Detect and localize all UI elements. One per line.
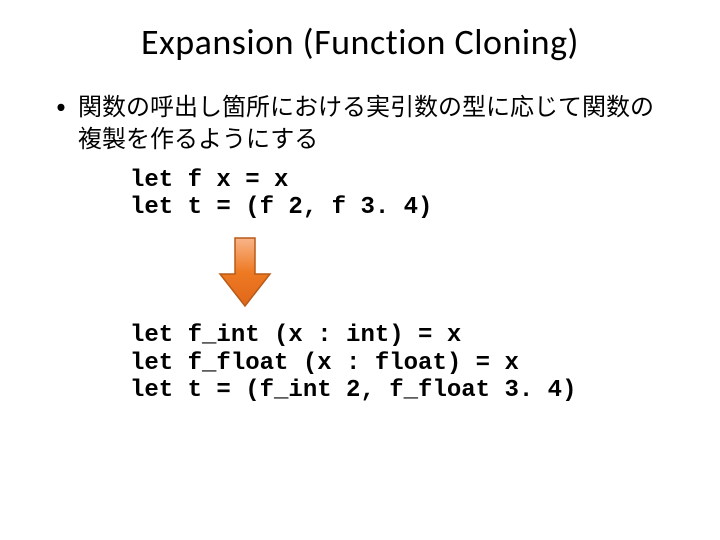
code-line: let f x = x xyxy=(130,167,288,194)
bullet-dot: • xyxy=(56,92,78,122)
code-line: let f_int (x : int) = x xyxy=(130,322,461,349)
code-after: let f_int (x : int) = x let f_float (x :… xyxy=(130,322,672,405)
code-line: let t = (f_int 2, f_float 3. 4) xyxy=(130,377,576,404)
bullet-list: • 関数の呼出し箇所における実引数の型に応じて関数の複製を作るようにする xyxy=(48,92,672,157)
slide-title: Expansion (Function Cloning) xyxy=(48,20,672,64)
code-before: let f x = x let t = (f 2, f 3. 4) xyxy=(130,167,672,222)
transform-arrow xyxy=(218,236,672,308)
code-line: let f_float (x : float) = x xyxy=(130,350,519,377)
down-arrow-icon xyxy=(218,236,272,308)
bullet-item: • 関数の呼出し箇所における実引数の型に応じて関数の複製を作るようにする xyxy=(56,92,672,157)
slide: Expansion (Function Cloning) • 関数の呼出し箇所に… xyxy=(0,0,720,405)
code-line: let t = (f 2, f 3. 4) xyxy=(130,194,432,221)
bullet-text: 関数の呼出し箇所における実引数の型に応じて関数の複製を作るようにする xyxy=(78,92,672,157)
